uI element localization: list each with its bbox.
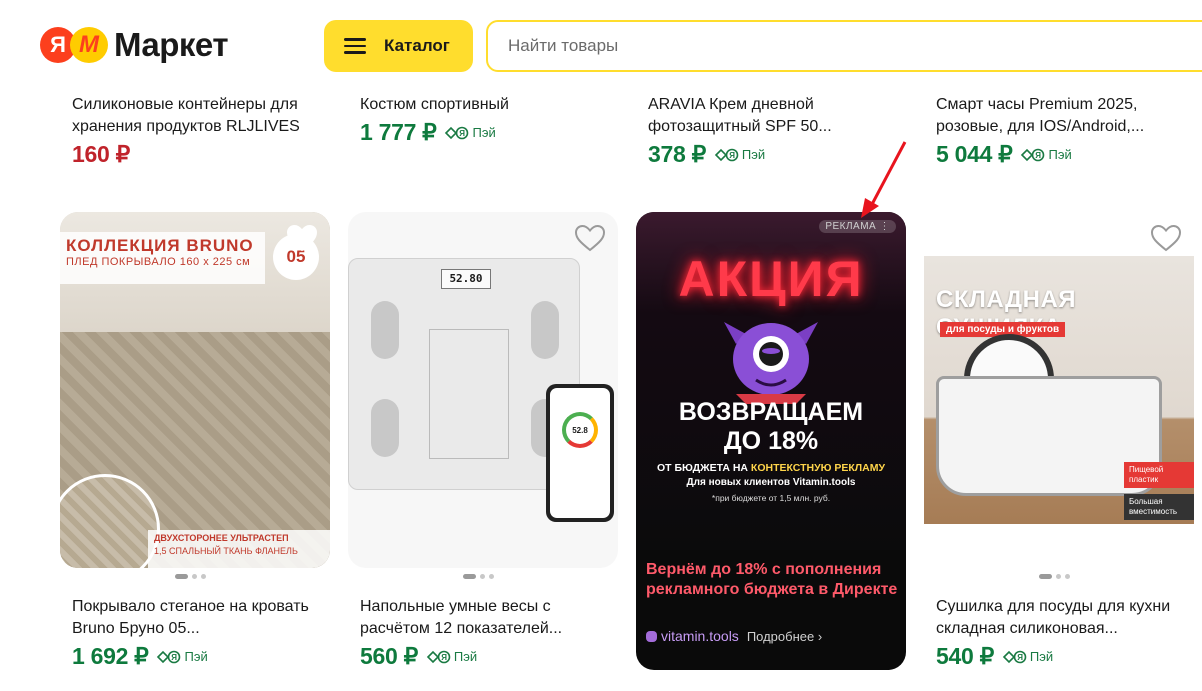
ad-title[interactable]: Вернём до 18% с пополнения рекламного бю… [646,560,898,600]
logo-m-icon: M [70,27,108,63]
pay-badge: Я Пэй [156,649,208,664]
image-tag-1: Пищевой пластик [1124,462,1194,488]
pay-label: Пэй [184,649,208,664]
product-card-1[interactable]: Покрывало стеганое на кровать Bruno Брун… [72,596,334,670]
ad-headline: АКЦИЯ [678,251,864,307]
pay-icon: Я [157,650,181,663]
image-carousel-dots[interactable] [1039,574,1083,579]
product-card-4[interactable]: Сушилка для посуды для кухни складная си… [936,596,1198,670]
logo-text: Маркет [114,26,229,63]
phone-gauge: 52.8 [562,412,598,448]
product-price: 540 ₽ [936,643,994,669]
svg-text:Я: Я [1017,653,1023,662]
product-card-top-4[interactable]: Смарт часы Premium 2025, розовые, для IO… [936,94,1196,168]
image-tag-2: Большая вместимость [1124,494,1194,520]
product-price: 560 ₽ [360,643,418,669]
product-image-scale[interactable]: 52.80 52.8 [348,212,618,568]
image-banner: КОЛЛЕКЦИЯ BRUNO ПЛЕД ПОКРЫВАЛО 160 х 225… [60,232,265,284]
product-price: 1 777 ₽ [360,119,437,145]
image-subtitle: ПЛЕД ПОКРЫВАЛО 160 х 225 см [66,256,251,268]
product-price: 1 692 ₽ [72,643,149,669]
favorite-heart-icon[interactable] [286,224,318,252]
dryer-picture: СКЛАДНАЯ СУШИЛКА для посуды и фруктов Пи… [924,256,1194,524]
ad-label[interactable]: РЕКЛАМА ⋮ [819,220,896,233]
phone-picture: 52.8 [546,384,614,522]
svg-text:Я: Я [441,653,447,662]
product-name[interactable]: Смарт часы Premium 2025, розовые, для IO… [936,94,1196,138]
pay-icon: Я [1021,148,1045,161]
ad-footnote: *при бюджете от 1,5 млн. руб. [711,493,831,503]
header: Я M Маркет Каталог [0,0,1202,88]
monster-icon [724,322,818,404]
pay-label: Пэй [472,125,496,140]
pay-icon: Я [426,650,451,663]
svg-text:Я: Я [172,653,178,662]
search-box[interactable] [486,20,1202,72]
search-input[interactable] [488,22,1202,70]
product-name[interactable]: ARAVIA Крем дневной фотозащитный SPF 50.… [648,94,908,138]
product-name[interactable]: Силиконовые контейнеры для хранения прод… [72,94,332,138]
pay-icon: Я [714,148,739,161]
image-footer: ДВУХСТОРОНЕЕ УЛЬТРАСТЕП 1,5 СПАЛЬНЫЙ ТКА… [148,530,330,568]
product-name[interactable]: Костюм спортивный [360,94,620,116]
product-price: 160 ₽ [72,141,130,167]
ad-offer: ВОЗВРАЩАЕМ ДО 18% [678,398,864,455]
ad-subline-1: ОТ БЮДЖЕТА НА КОНТЕКСТНУЮ РЕКЛАМУ [656,462,885,474]
pay-label: Пэй [1029,649,1054,664]
ad-footer: vitamin.tools Подробнее › [646,628,822,644]
svg-text:Я: Я [729,151,735,160]
image-title: КОЛЛЕКЦИЯ BRUNO [66,236,254,255]
scale-display: 52.80 [441,269,491,289]
pay-badge: Я Пэй [444,125,496,140]
ad-banner[interactable]: РЕКЛАМА ⋮ АКЦИЯ ВОЗВРАЩАЕМ ДО 18% ОТ БЮД… [636,212,906,550]
product-image-bedspread[interactable]: КОЛЛЕКЦИЯ BRUNO ПЛЕД ПОКРЫВАЛО 160 х 225… [60,212,330,568]
annotation-arrow-icon [861,141,907,218]
image-carousel-dots[interactable] [463,574,507,579]
pay-label: Пэй [741,147,766,162]
pay-label: Пэй [453,649,478,664]
product-name[interactable]: Сушилка для посуды для кухни складная си… [936,596,1198,640]
favorite-heart-icon[interactable] [574,224,606,252]
ad-more-link[interactable]: Подробнее › [747,629,822,644]
pay-badge: Я Пэй [1020,147,1072,162]
favorite-heart-icon[interactable] [1150,224,1182,252]
product-card-top-1[interactable]: Силиконовые контейнеры для хранения прод… [72,94,332,168]
pay-badge: Я Пэй [426,649,477,664]
pay-badge: Я Пэй [1002,649,1053,664]
product-price: 378 ₽ [648,141,706,167]
ad-subline-2: Для новых клиентов Vitamin.tools [686,477,856,488]
product-card-top-2[interactable]: Костюм спортивный 1 777 ₽ Я Пэй [360,94,620,146]
ad-card[interactable]: РЕКЛАМА ⋮ АКЦИЯ ВОЗВРАЩАЕМ ДО 18% ОТ БЮД… [636,212,906,670]
ad-site-link[interactable]: vitamin.tools [661,628,739,644]
pay-label: Пэй [1048,147,1072,162]
product-name[interactable]: Напольные умные весы с расчётом 12 показ… [360,596,622,640]
svg-text:Я: Я [1036,151,1042,160]
yandex-market-logo[interactable]: Я M Маркет [40,26,229,64]
site-icon [646,630,657,642]
catalog-button[interactable]: Каталог [324,20,473,72]
pay-badge: Я Пэй [714,147,765,162]
product-image-dish-dryer[interactable]: СКЛАДНАЯ СУШИЛКА для посуды и фруктов Пи… [924,212,1194,568]
image-carousel-dots[interactable] [175,574,219,579]
product-card-2[interactable]: Напольные умные весы с расчётом 12 показ… [360,596,622,670]
menu-icon [344,38,366,54]
pay-icon: Я [1002,650,1027,663]
pay-icon: Я [445,126,469,139]
catalog-label: Каталог [384,36,450,55]
product-name[interactable]: Покрывало стеганое на кровать Bruno Брун… [72,596,334,640]
svg-text:Я: Я [460,129,466,138]
product-price: 5 044 ₽ [936,141,1013,167]
